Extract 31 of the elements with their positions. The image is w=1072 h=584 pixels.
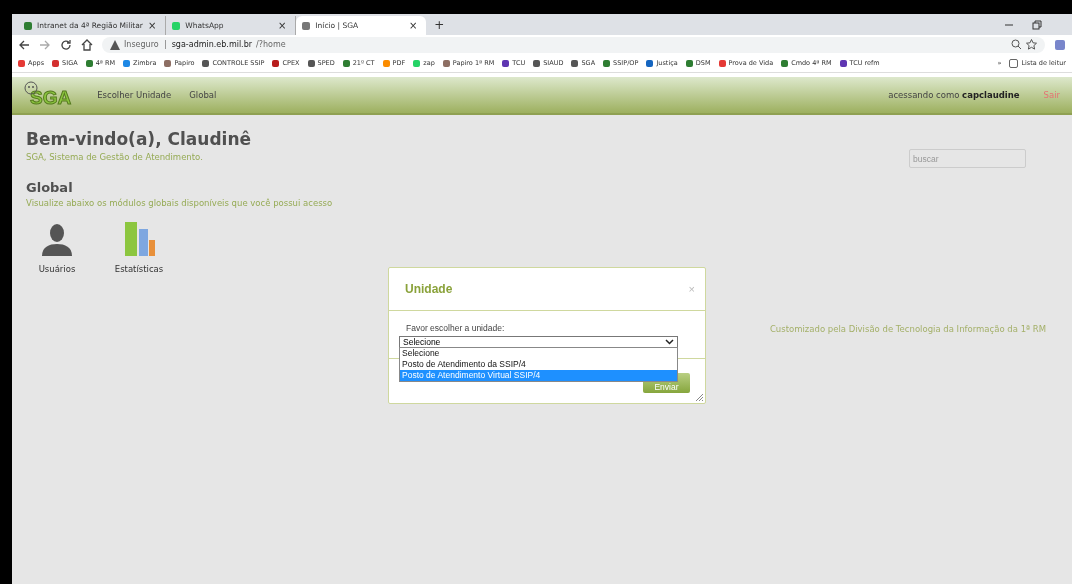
restore-icon[interactable] [1032,20,1042,30]
reload-icon[interactable] [60,38,72,51]
module-label[interactable]: Estatísticas [114,264,164,274]
user-icon[interactable] [40,222,74,256]
dialog-title: Unidade [405,282,453,296]
field-label: Favor escolher a unidade: [405,323,506,333]
chevron-icon [665,339,674,345]
page-subtitle: SGA, Sistema de Gestão de Atendimento. [26,152,204,162]
home-icon[interactable] [81,38,93,51]
extension-icon[interactable] [1054,38,1066,51]
close-tab-button[interactable]: × [277,20,287,31]
dropdown-option[interactable]: Posto de Atendimento da SSIP/4 [400,359,677,370]
zoom-icon[interactable] [1011,39,1022,50]
nav-link[interactable]: Global [189,90,217,100]
resize-grip-icon[interactable] [695,393,703,401]
nav-link[interactable]: Escolher Unidade [97,90,172,100]
section-title: Global [26,180,74,195]
footer-text: Customizado pela Divisão de Tecnologia da Informação da 1ª RM [769,324,1046,334]
address-bar[interactable]: Inseguro sga-admin.eb.mil.br /?home [102,36,1045,53]
warning-icon [110,39,120,50]
star-icon[interactable] [1026,39,1037,50]
search-field[interactable]: buscar [909,149,1026,168]
close-tab-button[interactable]: × [147,20,157,31]
page-title: Bem-vindo(a), Claudinê [26,129,251,149]
user-info: acessando como capclaudine [888,90,1020,100]
close-tab-button[interactable]: × [408,20,418,31]
section-subtitle: Visualize abaixo os módulos globais disponíveis que você possui acesso [26,198,334,208]
dropdown-option[interactable]: Selecione [400,348,677,359]
back-icon[interactable] [18,38,30,51]
new-tab-button[interactable]: + [426,18,453,35]
module-label[interactable]: Usuários [38,264,76,274]
